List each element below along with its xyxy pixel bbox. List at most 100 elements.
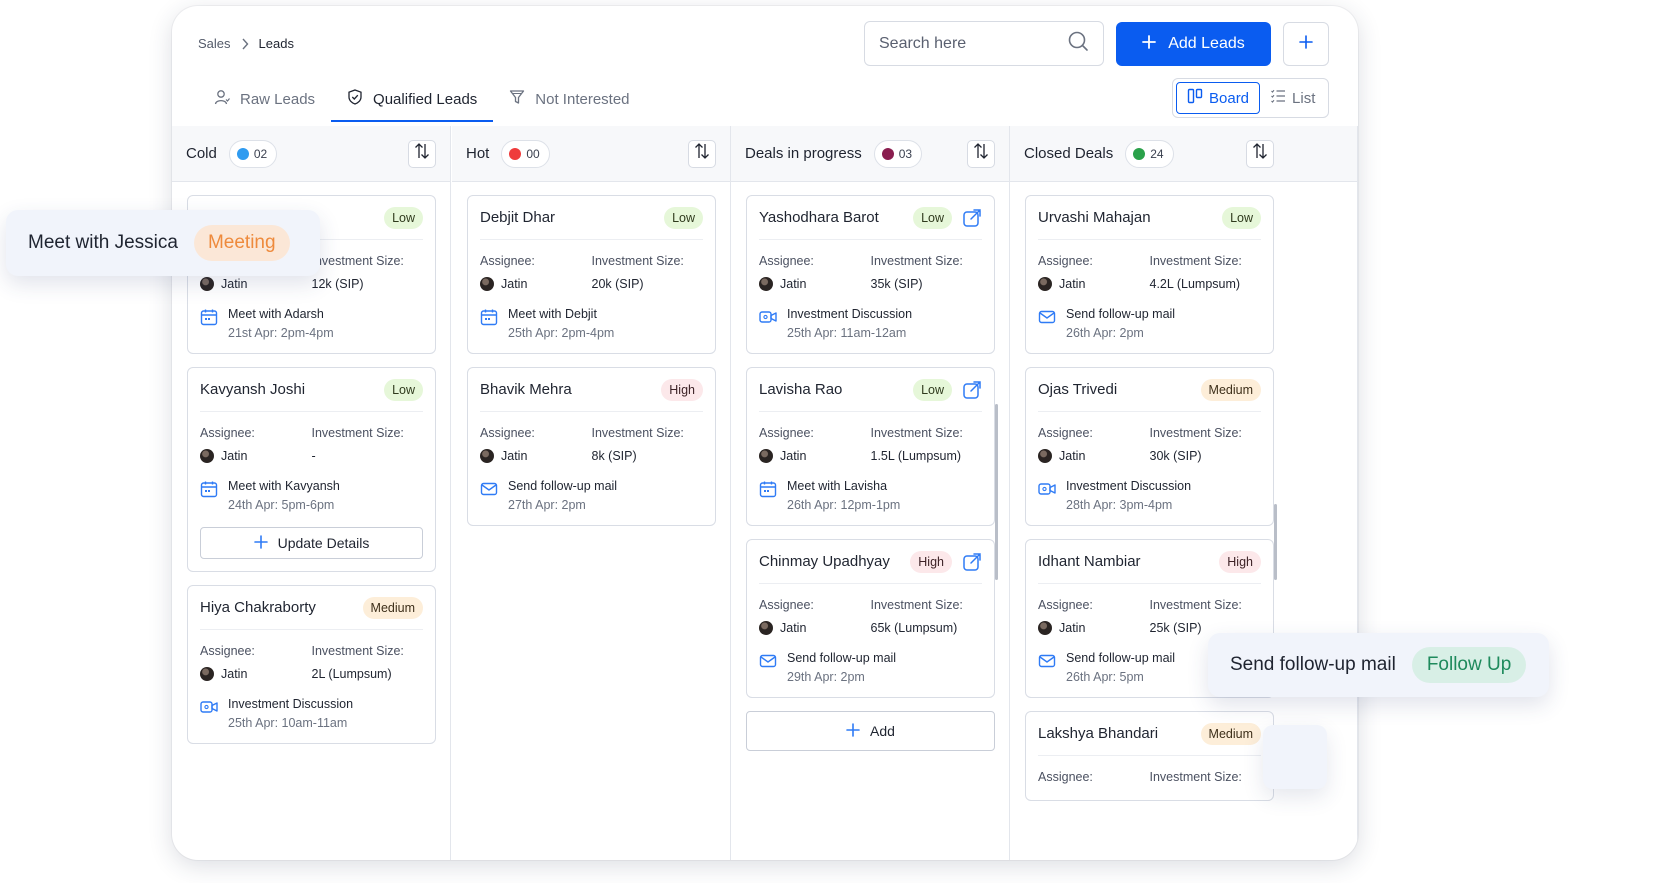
avatar: [759, 277, 773, 291]
plus-icon: [1299, 34, 1313, 54]
investment-value: 8k (SIP): [591, 449, 637, 463]
activity-text: Send follow-up mail 26th Apr: 2pm: [1066, 307, 1175, 340]
lead-name[interactable]: Lavisha Rao: [759, 381, 842, 398]
external-link-icon[interactable]: [962, 208, 982, 228]
lead-card[interactable]: Ojas Trivedi Medium Assignee: Jatin Investme…: [1025, 367, 1274, 526]
assignee-block: Assignee:: [1038, 770, 1150, 809]
investment-block: Investment Size: 30k (SIP): [1150, 426, 1262, 465]
add-leads-button[interactable]: Add Leads: [1116, 22, 1271, 66]
sort-button[interactable]: [967, 139, 995, 168]
activity-row[interactable]: Send follow-up mail 27th Apr: 2pm: [480, 465, 703, 525]
leads-app-window: Sales Leads Search here Add Leads Raw Le…: [172, 6, 1358, 860]
activity-title: Send follow-up mail: [787, 651, 897, 665]
mail-icon: [759, 652, 777, 670]
column-header: Hot 00: [452, 126, 730, 182]
assignee-value: Jatin: [480, 447, 592, 465]
lead-card[interactable]: Kavyansh Joshi Low Assignee: Jatin Investmen…: [187, 367, 436, 572]
activity-row[interactable]: Investment Discussion 25th Apr: 11am-12am: [759, 293, 982, 353]
sort-button[interactable]: [408, 139, 436, 168]
lead-name[interactable]: Lakshya Bhandari: [1038, 725, 1158, 742]
column-cards: Yashodhara Barot Low Assignee: Jatin Investm…: [746, 195, 995, 751]
search-input[interactable]: Search here: [864, 21, 1104, 66]
tab-qualified-leads[interactable]: Qualified Leads: [331, 76, 494, 122]
lead-card[interactable]: Debjit Dhar Low Assignee: Jatin Investment S…: [467, 195, 716, 354]
more-add-button[interactable]: [1283, 22, 1329, 66]
activity-row[interactable]: Meet with Debjit 25th Apr: 2pm-4pm: [480, 293, 703, 353]
lead-meta: Assignee: Jatin Investment Size: 4.2L (Lump…: [1038, 240, 1261, 293]
lead-name[interactable]: Chinmay Upadhyay: [759, 553, 890, 570]
status-dot: [509, 147, 522, 160]
priority-badge: High: [661, 378, 703, 401]
investment-block: Investment Size: 12k (SIP): [312, 254, 424, 293]
card-header: Urvashi Mahajan Low: [1038, 196, 1261, 240]
priority-badge: Low: [913, 206, 952, 229]
list-view-label: List: [1292, 89, 1316, 107]
assignee-name: Jatin: [1059, 621, 1086, 635]
lead-name[interactable]: Yashodhara Barot: [759, 209, 879, 226]
tab-raw-leads[interactable]: Raw Leads: [198, 76, 331, 122]
lead-name[interactable]: Urvashi Mahajan: [1038, 209, 1151, 226]
lead-card[interactable]: Lakshya Bhandari Medium Assignee: Investmen…: [1025, 711, 1274, 801]
search-icon[interactable]: [1067, 30, 1089, 57]
activity-row[interactable]: Meet with Adarsh 21st Apr: 2pm-4pm: [200, 293, 423, 353]
external-link-icon[interactable]: [962, 552, 982, 572]
mail-icon: [1038, 308, 1056, 326]
lead-name[interactable]: Hiya Chakraborty: [200, 599, 316, 616]
avatar: [480, 277, 494, 291]
activity-time: 26th Apr: 2pm: [1066, 326, 1144, 340]
avatar: [480, 449, 494, 463]
priority-badge: High: [910, 550, 952, 573]
investment-value: 35k (SIP): [870, 277, 923, 291]
activity-text: Meet with Kavyansh 24th Apr: 5pm-6pm: [228, 479, 340, 512]
lead-name[interactable]: Ojas Trivedi: [1038, 381, 1117, 398]
column-scrollbar[interactable]: [995, 404, 998, 580]
lead-card[interactable]: Chinmay Upadhyay High Assignee: Jatin Invest…: [746, 539, 995, 698]
board-view-label: Board: [1209, 89, 1250, 107]
column-count: 00: [526, 146, 540, 161]
tab-raw-leads-label: Raw Leads: [240, 90, 316, 108]
lead-name[interactable]: Kavyansh Joshi: [200, 381, 305, 398]
external-link-icon[interactable]: [962, 380, 982, 400]
breadcrumb-sales[interactable]: Sales: [198, 36, 231, 51]
mail-icon: [480, 480, 498, 498]
tab-not-interested[interactable]: Not Interested: [493, 76, 645, 122]
investment-label: Investment Size:: [870, 426, 963, 440]
activity-row[interactable]: Meet with Lavisha 26th Apr: 12pm-1pm: [759, 465, 982, 525]
lead-card[interactable]: Lavisha Rao Low Assignee: Jatin Investment S…: [746, 367, 995, 526]
avatar: [759, 621, 773, 635]
activity-row[interactable]: Investment Discussion 25th Apr: 10am-11am: [200, 683, 423, 743]
investment-block: Investment Size: 8k (SIP): [592, 426, 704, 465]
investment-label: Investment Size:: [870, 254, 963, 268]
lead-name[interactable]: Bhavik Mehra: [480, 381, 572, 398]
avatar: [1038, 621, 1052, 635]
list-view-button[interactable]: List: [1260, 82, 1325, 114]
lead-card[interactable]: Urvashi Mahajan Low Assignee: Jatin Investme…: [1025, 195, 1274, 354]
activity-row[interactable]: Send follow-up mail 26th Apr: 2pm: [1038, 293, 1261, 353]
column-title: Closed Deals: [1024, 145, 1114, 162]
lead-card[interactable]: Hiya Chakraborty Medium Assignee: Jatin Inve…: [187, 585, 436, 744]
investment-block: Investment Size:: [1150, 770, 1262, 809]
update-details-button[interactable]: Update Details: [200, 527, 423, 559]
sort-button[interactable]: [1246, 139, 1274, 168]
video-icon: [1038, 480, 1056, 498]
priority-badge: Low: [1222, 206, 1261, 229]
calendar-icon: [200, 480, 218, 498]
status-dot: [1133, 147, 1146, 160]
lead-meta: Assignee: Jatin Investment Size: 1.5L (Lump…: [759, 412, 982, 465]
board-view-button[interactable]: Board: [1176, 82, 1261, 114]
add-card-button[interactable]: Add: [746, 711, 995, 751]
sort-button[interactable]: [688, 139, 716, 168]
activity-row[interactable]: Investment Discussion 28th Apr: 3pm-4pm: [1038, 465, 1261, 525]
lead-card[interactable]: Bhavik Mehra High Assignee: Jatin Investment…: [467, 367, 716, 526]
assignee-label: Assignee:: [480, 254, 535, 268]
lead-name[interactable]: Debjit Dhar: [480, 209, 555, 226]
column-scrollbar[interactable]: [1274, 504, 1277, 580]
lead-card[interactable]: Yashodhara Barot Low Assignee: Jatin Investm…: [746, 195, 995, 354]
investment-label: Investment Size:: [311, 254, 404, 268]
activity-row[interactable]: Send follow-up mail 29th Apr: 2pm: [759, 637, 982, 697]
assignee-name: Jatin: [780, 277, 807, 291]
investment-label: Investment Size:: [591, 426, 684, 440]
activity-row[interactable]: Meet with Kavyansh 24th Apr: 5pm-6pm: [200, 465, 423, 525]
activity-time: 25th Apr: 2pm-4pm: [508, 326, 615, 340]
lead-name[interactable]: Idhant Nambiar: [1038, 553, 1141, 570]
